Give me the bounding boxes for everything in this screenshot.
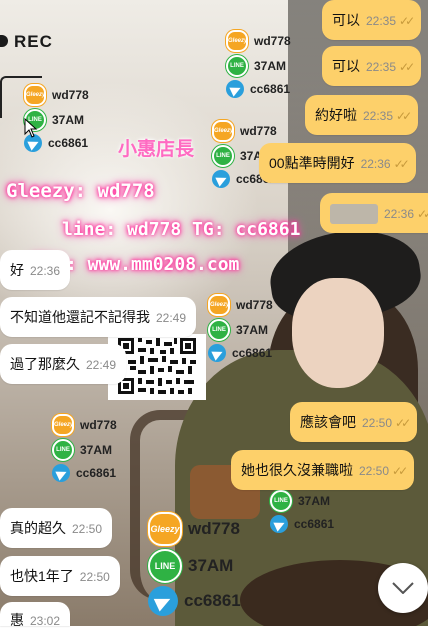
gleezy-id: wd778 (236, 298, 273, 312)
line-id: 37AM (236, 323, 269, 337)
gleezy-icon: Gleezy (52, 414, 74, 436)
telegram-id: cc6861 (184, 591, 241, 610)
message-outgoing-media[interactable]: 22:36 ✓✓ (320, 193, 428, 233)
gleezy-icon: Gleezy (148, 512, 182, 546)
line-icon: LINE (52, 439, 74, 461)
telegram-id: cc6861 (294, 517, 335, 531)
gleezy-icon: Gleezy (208, 294, 230, 316)
message-outgoing[interactable]: 00點準時開好 22:36 ✓✓ (259, 143, 416, 183)
telegram-icon (208, 344, 226, 362)
line-icon: LINE (148, 549, 182, 583)
line-id: 37AM (80, 443, 113, 457)
line-id: 37AM (254, 59, 287, 73)
line-icon: LINE (208, 319, 230, 341)
rec-indicator: REC (0, 32, 53, 52)
message-outgoing[interactable]: 可以 22:35 ✓✓ (322, 46, 422, 86)
telegram-icon (226, 80, 244, 98)
redacted-content (330, 204, 378, 225)
message-incoming[interactable]: 過了那麼久 22:49 (0, 344, 127, 384)
line-icon: LINE (212, 145, 234, 167)
gleezy-icon: Gleezy (24, 84, 46, 106)
scroll-to-bottom-button[interactable] (378, 563, 428, 613)
message-incoming[interactable]: 不知道他還記不記得我 22:49 (0, 297, 197, 337)
message-incoming[interactable]: 好 22:36 (0, 250, 71, 290)
telegram-icon (148, 586, 178, 616)
watermark-gleezy: Gleezy: wd778 (6, 180, 155, 202)
telegram-id: cc6861 (232, 346, 273, 360)
line-icon: LINE (226, 55, 248, 77)
gleezy-icon: Gleezy (226, 30, 248, 52)
message-outgoing[interactable]: 可以 22:35 ✓✓ (322, 0, 422, 40)
contact-badge-large: Gleezy wd778 LINE 37AM cc6861 (148, 512, 241, 616)
message-outgoing[interactable]: 約好啦 22:35 ✓✓ (305, 95, 419, 135)
telegram-icon (52, 464, 70, 482)
watermark-name: 小惠店長 (118, 138, 195, 160)
line-icon: LINE (270, 490, 292, 512)
gleezy-id: wd778 (254, 34, 291, 48)
line-id: 37AM (188, 556, 234, 575)
mouse-cursor-icon (24, 118, 38, 138)
line-id: 37AM (298, 494, 331, 508)
watermark-line-tg: line: wd778 TG: cc6861 (62, 219, 301, 240)
telegram-id: cc6861 (250, 82, 291, 96)
gleezy-id: wd778 (52, 88, 89, 102)
contact-badge: Gleezy wd778 LINE 37AM cc6861 (226, 30, 291, 98)
contact-badge: Gleezy wd778 LINE 37AM cc6861 (52, 414, 117, 482)
message-incoming[interactable]: 真的超久 22:50 (0, 508, 113, 548)
gleezy-icon: Gleezy (212, 120, 234, 142)
gleezy-id: wd778 (188, 519, 240, 538)
message-incoming[interactable]: 也快1年了 22:50 (0, 556, 120, 596)
telegram-icon (212, 170, 230, 188)
message-outgoing[interactable]: 她也很久沒兼職啦 22:50 ✓✓ (231, 450, 415, 490)
contact-badge: LINE 37AM cc6861 (270, 490, 334, 533)
message-incoming[interactable]: 惠 23:02 (0, 602, 71, 628)
gleezy-id: wd778 (80, 418, 117, 432)
gleezy-id: wd778 (240, 124, 277, 138)
telegram-icon (270, 515, 288, 533)
chevron-down-icon (392, 582, 414, 594)
telegram-id: cc6861 (48, 136, 89, 150)
telegram-id: cc6861 (76, 466, 117, 480)
line-id: 37AM (52, 113, 85, 127)
message-outgoing[interactable]: 應該會吧 22:50 ✓✓ (290, 402, 418, 442)
contact-badge: Gleezy wd778 LINE 37AM cc6861 (208, 294, 273, 362)
